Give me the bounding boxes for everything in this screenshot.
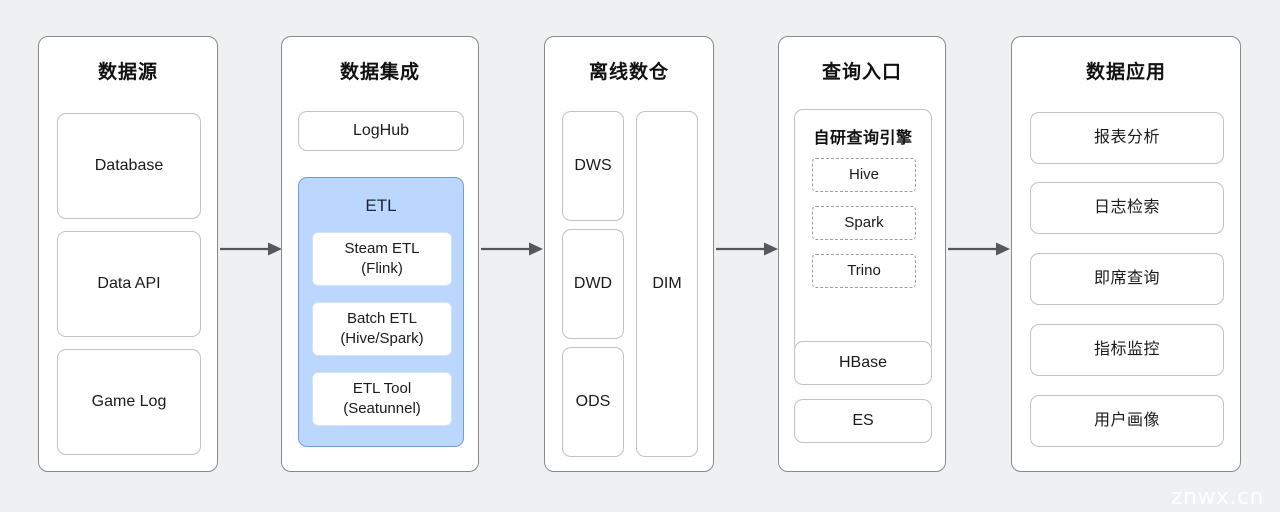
- node-etl-tool-line2: (Seatunnel): [343, 400, 421, 417]
- node-database[interactable]: Database: [57, 113, 201, 219]
- node-etl-tool[interactable]: ETL Tool (Seatunnel): [312, 372, 452, 426]
- node-report-analysis[interactable]: 报表分析: [1030, 112, 1224, 164]
- node-trino[interactable]: Trino: [812, 254, 916, 288]
- node-spark[interactable]: Spark: [812, 206, 916, 240]
- column-data-source: 数据源 Database Data API Game Log: [38, 36, 218, 472]
- node-steam-etl[interactable]: Steam ETL (Flink): [312, 232, 452, 286]
- column-title-query-entry: 查询入口: [821, 62, 902, 83]
- node-adhoc-query[interactable]: 即席查询: [1030, 253, 1224, 305]
- node-ods[interactable]: ODS: [562, 347, 624, 457]
- arrow-data-integration-to-offline-warehouse: [481, 242, 543, 256]
- architecture-diagram: 数据源 Database Data API Game Log 数据集成 LogH…: [0, 0, 1280, 512]
- column-data-integration: 数据集成 LogHub ETL Steam ETL (Flink) Batch …: [281, 36, 479, 472]
- node-steam-etl-line2: (Flink): [361, 260, 403, 277]
- node-game-log[interactable]: Game Log: [57, 349, 201, 455]
- node-es[interactable]: ES: [794, 399, 932, 443]
- node-batch-etl-line2: (Hive/Spark): [340, 330, 424, 347]
- node-dws[interactable]: DWS: [562, 111, 624, 221]
- node-log-search[interactable]: 日志检索: [1030, 182, 1224, 234]
- arrow-data-source-to-data-integration: [220, 242, 282, 256]
- node-loghub[interactable]: LogHub: [298, 111, 464, 151]
- node-steam-etl-line1: Steam ETL: [344, 239, 420, 257]
- node-hive[interactable]: Hive: [812, 158, 916, 192]
- column-title-data-source: 数据源: [97, 62, 158, 83]
- arrow-query-entry-to-data-application: [948, 242, 1010, 256]
- node-dim[interactable]: DIM: [636, 111, 698, 457]
- column-query-entry: 查询入口 自研查询引擎 Hive Spark Trino HBase ES: [778, 36, 946, 472]
- column-title-data-application: 数据应用: [1085, 62, 1166, 83]
- node-dwd[interactable]: DWD: [562, 229, 624, 339]
- node-etl-tool-line1: ETL Tool: [352, 379, 412, 397]
- node-batch-etl[interactable]: Batch ETL (Hive/Spark): [312, 302, 452, 356]
- node-user-profile[interactable]: 用户画像: [1030, 395, 1224, 447]
- group-title-query-engine: 自研查询引擎: [813, 130, 913, 147]
- column-title-offline-warehouse: 离线数仓: [588, 62, 669, 83]
- arrow-offline-warehouse-to-query-entry: [716, 242, 778, 256]
- group-self-developed-query-engine[interactable]: 自研查询引擎 Hive Spark Trino: [794, 109, 932, 353]
- group-title-etl: ETL: [365, 196, 397, 215]
- node-data-api[interactable]: Data API: [57, 231, 201, 337]
- group-etl[interactable]: ETL Steam ETL (Flink) Batch ETL (Hive/Sp…: [298, 177, 464, 447]
- column-title-data-integration: 数据集成: [339, 62, 420, 83]
- watermark: znwx.cn: [1170, 485, 1264, 510]
- node-batch-etl-line1: Batch ETL: [346, 309, 418, 327]
- column-data-application: 数据应用 报表分析 日志检索 即席查询 指标监控 用户画像: [1011, 36, 1241, 472]
- node-metric-monitoring[interactable]: 指标监控: [1030, 324, 1224, 376]
- node-hbase[interactable]: HBase: [794, 341, 932, 385]
- column-offline-warehouse: 离线数仓 DWS DWD ODS DIM: [544, 36, 714, 472]
